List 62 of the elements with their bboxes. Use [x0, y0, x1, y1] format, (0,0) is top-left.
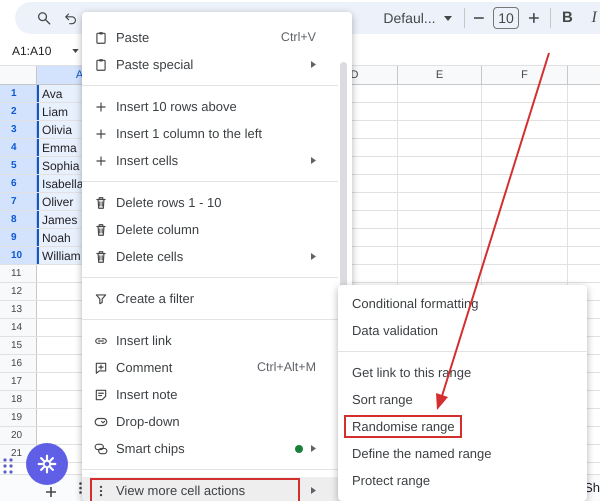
row-number[interactable]: 2 [11, 104, 17, 119]
menu-label: Paste [116, 28, 150, 47]
menu-item[interactable]: View more cell actions [82, 477, 342, 501]
plus-icon[interactable] [528, 12, 540, 24]
menu-label: Create a filter [116, 290, 194, 308]
menu-item[interactable]: Create a filter [82, 285, 342, 312]
chips-icon [94, 442, 108, 456]
note-icon [94, 388, 108, 402]
clipboard-icon [94, 58, 108, 72]
menu-label: Insert note [116, 386, 178, 404]
trash-icon [94, 196, 108, 210]
font-size-field[interactable]: 10 [493, 7, 519, 29]
caret-icon[interactable] [72, 48, 80, 52]
menu-item[interactable]: Comment Ctrl+Alt+M [82, 354, 342, 381]
font-name: Defaul... [383, 8, 436, 28]
menu-item[interactable]: Insert note [82, 381, 342, 408]
dots-grid-icon[interactable] [3, 458, 13, 474]
filter-icon [94, 292, 108, 306]
clipboard-icon [94, 30, 108, 44]
search-icon[interactable] [36, 10, 52, 26]
menu-item[interactable]: Smart chips [82, 435, 342, 462]
menu-label: Comment [116, 358, 172, 377]
menu-item[interactable]: Sort range [344, 388, 421, 411]
menu-item[interactable]: Define the named range [344, 442, 500, 465]
comment-icon [94, 360, 108, 374]
column-header[interactable]: F [482, 66, 568, 84]
menu-item[interactable]: Randomise range [344, 415, 462, 438]
menu-item[interactable]: Paste Ctrl+V [82, 24, 342, 51]
italic-button[interactable]: I [588, 6, 600, 30]
undo-icon[interactable] [64, 11, 78, 25]
bold-button[interactable]: B [560, 6, 574, 30]
menu-label: View more cell actions [116, 482, 246, 500]
menu-item[interactable]: Insert link [82, 327, 342, 354]
plus-icon [94, 126, 108, 140]
row-number[interactable]: 4 [11, 140, 17, 155]
font-dropdown[interactable]: Defaul... [383, 8, 452, 28]
menu-item[interactable]: Drop-down [82, 408, 342, 435]
more-icon[interactable] [79, 482, 82, 494]
row-number[interactable]: 5 [11, 158, 17, 173]
menu-item[interactable]: Data validation [344, 319, 446, 342]
row-number[interactable]: 7 [11, 194, 17, 209]
corner-cell[interactable] [0, 66, 37, 84]
row-number[interactable]: 8 [11, 212, 17, 227]
menu-label: Smart chips [116, 440, 185, 458]
caret-icon [444, 16, 452, 20]
asterisk-icon [36, 453, 58, 475]
shortcut-text: Ctrl+V [280, 29, 316, 46]
menu-label: Insert link [116, 332, 172, 350]
plus-icon [94, 154, 108, 168]
trash-icon [94, 222, 108, 236]
shortcut-text: Ctrl+Alt+M [256, 359, 316, 376]
row-number[interactable]: 6 [11, 176, 17, 191]
menu-label: Drop-down [116, 412, 180, 431]
column-header[interactable]: E [398, 66, 482, 84]
menu-item[interactable]: Protect range [344, 469, 438, 492]
row-number[interactable]: 1 [11, 86, 17, 101]
trash-icon [94, 250, 108, 264]
plus-icon [94, 100, 108, 114]
add-sheet-icon[interactable] [45, 486, 57, 498]
name-box[interactable]: A1:A10 [12, 42, 52, 60]
row-number[interactable]: 9 [11, 230, 17, 245]
row-number[interactable]: 3 [11, 122, 17, 137]
